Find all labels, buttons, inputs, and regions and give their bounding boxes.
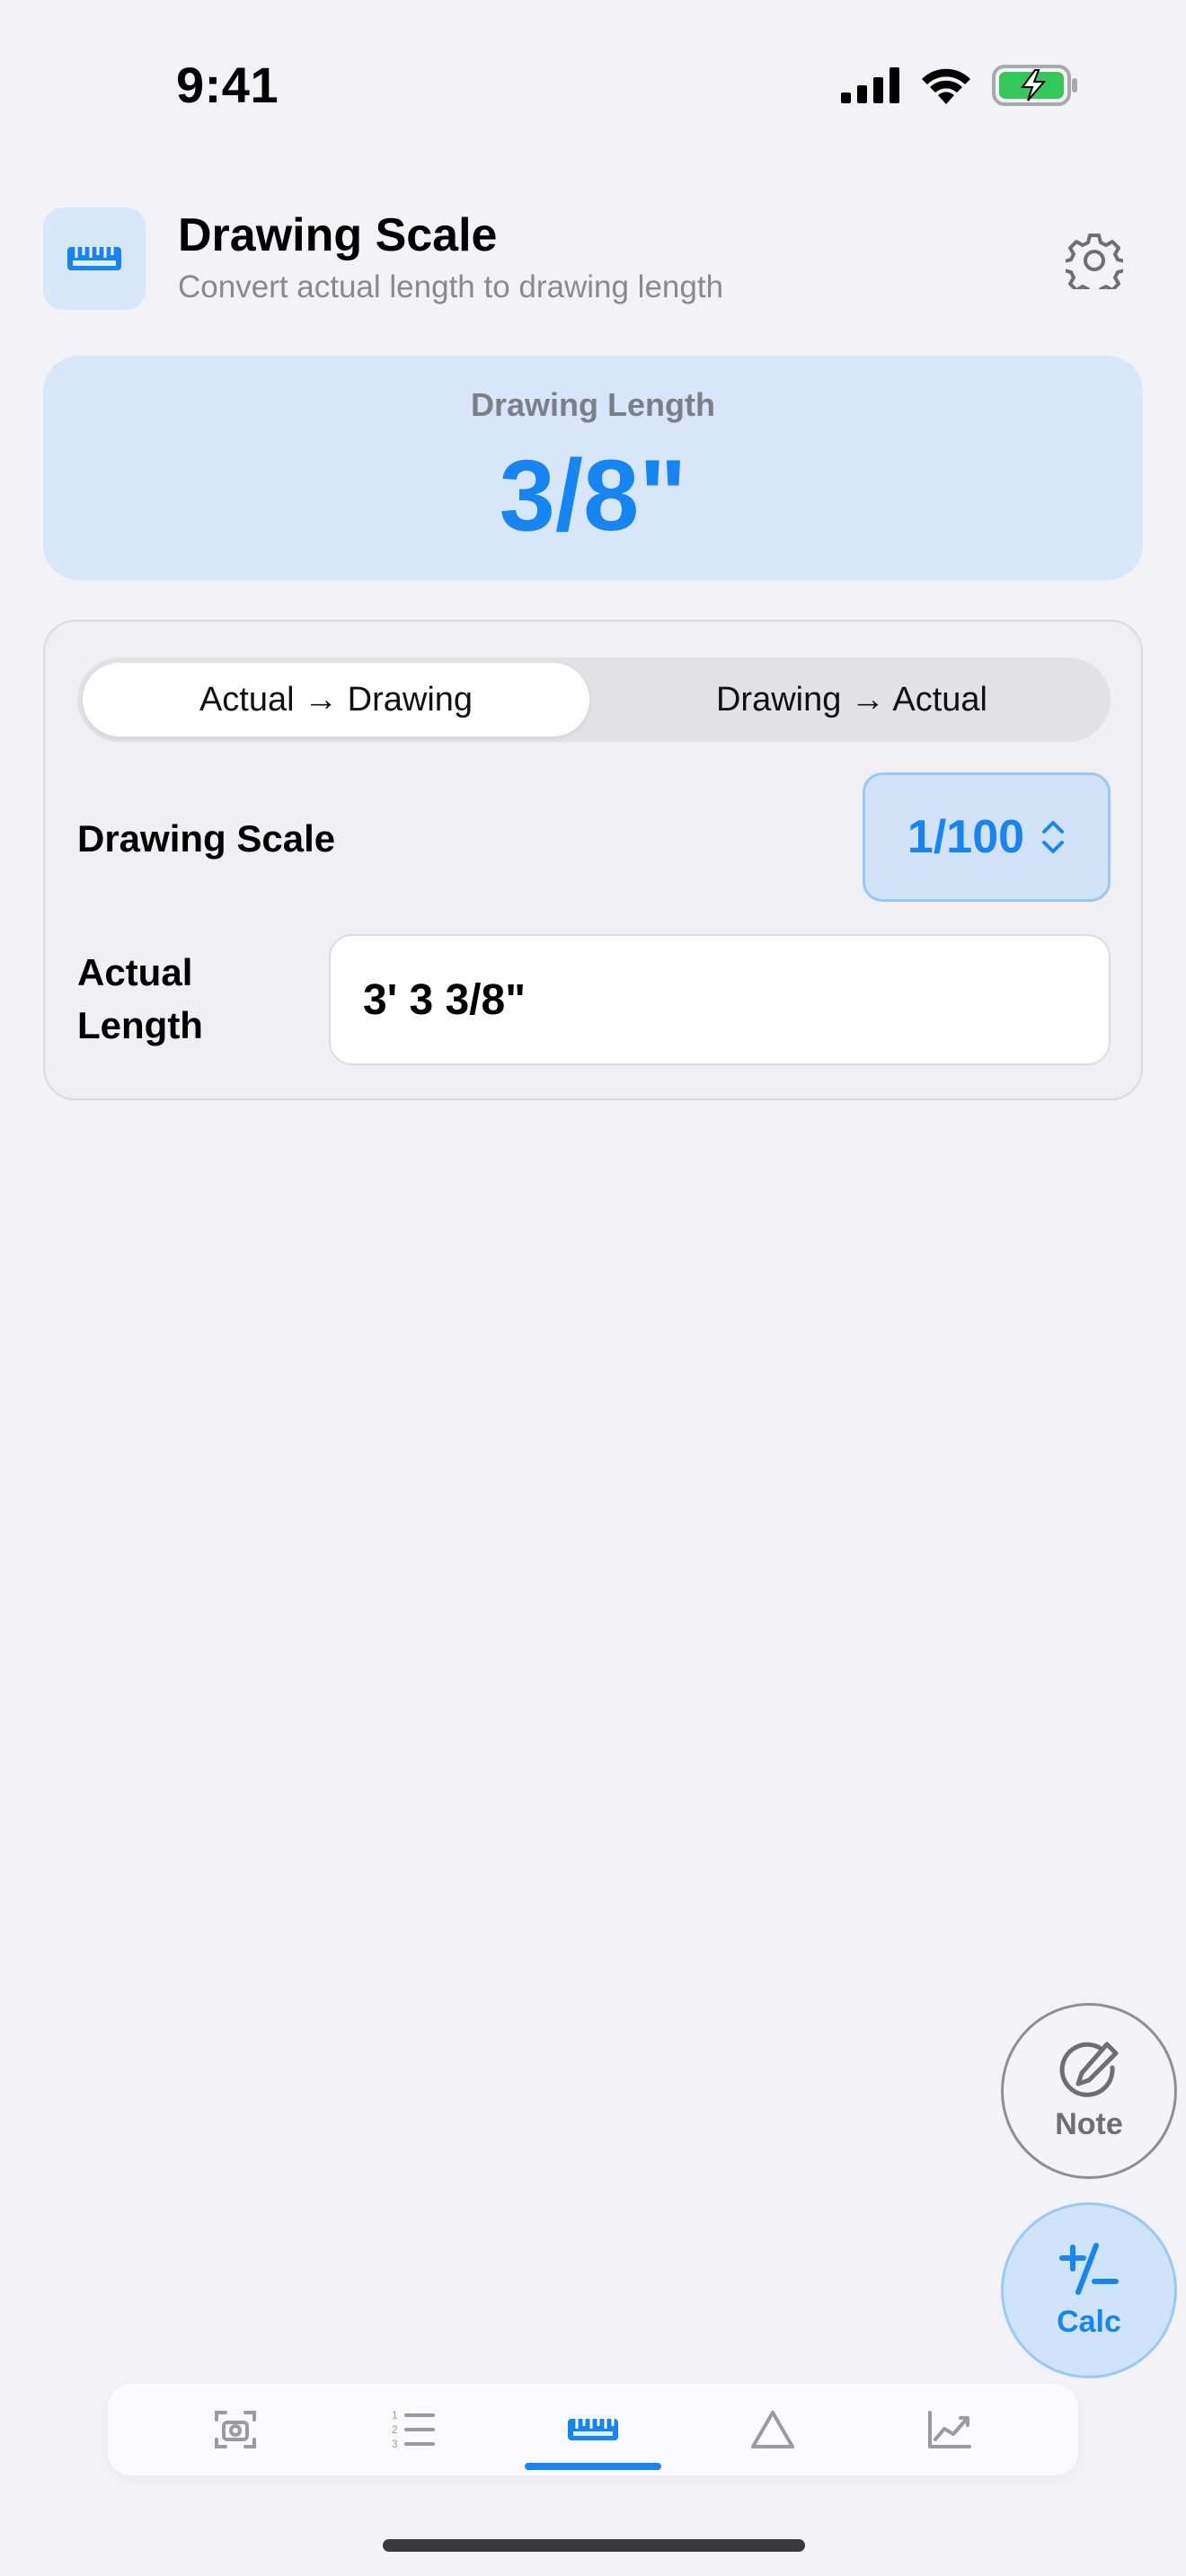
tab-selected-indicator: [525, 2463, 661, 2470]
ruler-icon: [568, 2419, 618, 2440]
camera-scan-icon: [215, 2411, 256, 2448]
svg-text:1: 1: [392, 2409, 398, 2422]
tab-scan[interactable]: [204, 2400, 267, 2459]
wifi-icon: [922, 68, 970, 104]
settings-button[interactable]: [1062, 232, 1127, 298]
tab-scale[interactable]: [562, 2400, 624, 2459]
result-value: 3/8": [499, 439, 687, 551]
numbered-list-icon: 12 3: [392, 2409, 435, 2450]
mode-segmented-control: Actual → Drawing Drawing → Actual: [77, 657, 1111, 742]
screen: 9:41 Drawing Scale Convert actual length…: [0, 0, 1186, 2576]
note-label: Note: [1055, 2106, 1123, 2141]
page-title: Drawing Scale: [178, 209, 498, 261]
status-icons: [841, 65, 1078, 106]
tab-bar: 12 3: [108, 2384, 1078, 2475]
note-edit-icon: [1059, 2042, 1119, 2097]
status-time: 9:41: [176, 57, 279, 113]
scale-label: Drawing Scale: [77, 817, 336, 860]
ruler-icon: [67, 247, 121, 270]
mode-actual-to-drawing[interactable]: Actual → Drawing: [83, 663, 589, 737]
triangle-icon: [751, 2411, 794, 2448]
cellular-signal-icon: [841, 67, 899, 103]
note-button[interactable]: Note: [1001, 2003, 1177, 2179]
svg-text:2: 2: [392, 2423, 398, 2436]
calc-label: Calc: [1057, 2304, 1121, 2339]
tab-chart[interactable]: [918, 2400, 981, 2459]
result-card: Drawing Length 3/8": [43, 356, 1143, 580]
page-subtitle: Convert actual length to drawing length: [178, 269, 724, 304]
tab-list[interactable]: 12 3: [382, 2400, 445, 2459]
actual-length-input[interactable]: 3' 3 3/8": [329, 934, 1111, 1065]
scale-value: 1/100: [907, 811, 1025, 863]
chevron-up-down-icon: [1042, 821, 1065, 853]
battery-charging-icon: [992, 65, 1077, 106]
chart-icon: [928, 2411, 971, 2448]
plus-minus-icon: [1059, 2242, 1119, 2295]
converter-card: Actual → Drawing Drawing → Actual Drawin…: [43, 620, 1143, 1100]
app-icon: [43, 207, 146, 310]
scale-picker[interactable]: 1/100: [863, 772, 1111, 902]
actual-length-label: Actual Length: [77, 951, 203, 1046]
calc-button[interactable]: Calc: [1001, 2202, 1177, 2378]
result-label: Drawing Length: [471, 386, 715, 423]
gear-icon: [1062, 234, 1127, 298]
svg-text:3: 3: [392, 2438, 398, 2450]
tab-triangle[interactable]: [741, 2400, 804, 2459]
home-indicator: [383, 2539, 805, 2552]
mode-drawing-to-actual[interactable]: Drawing → Actual: [598, 663, 1105, 737]
